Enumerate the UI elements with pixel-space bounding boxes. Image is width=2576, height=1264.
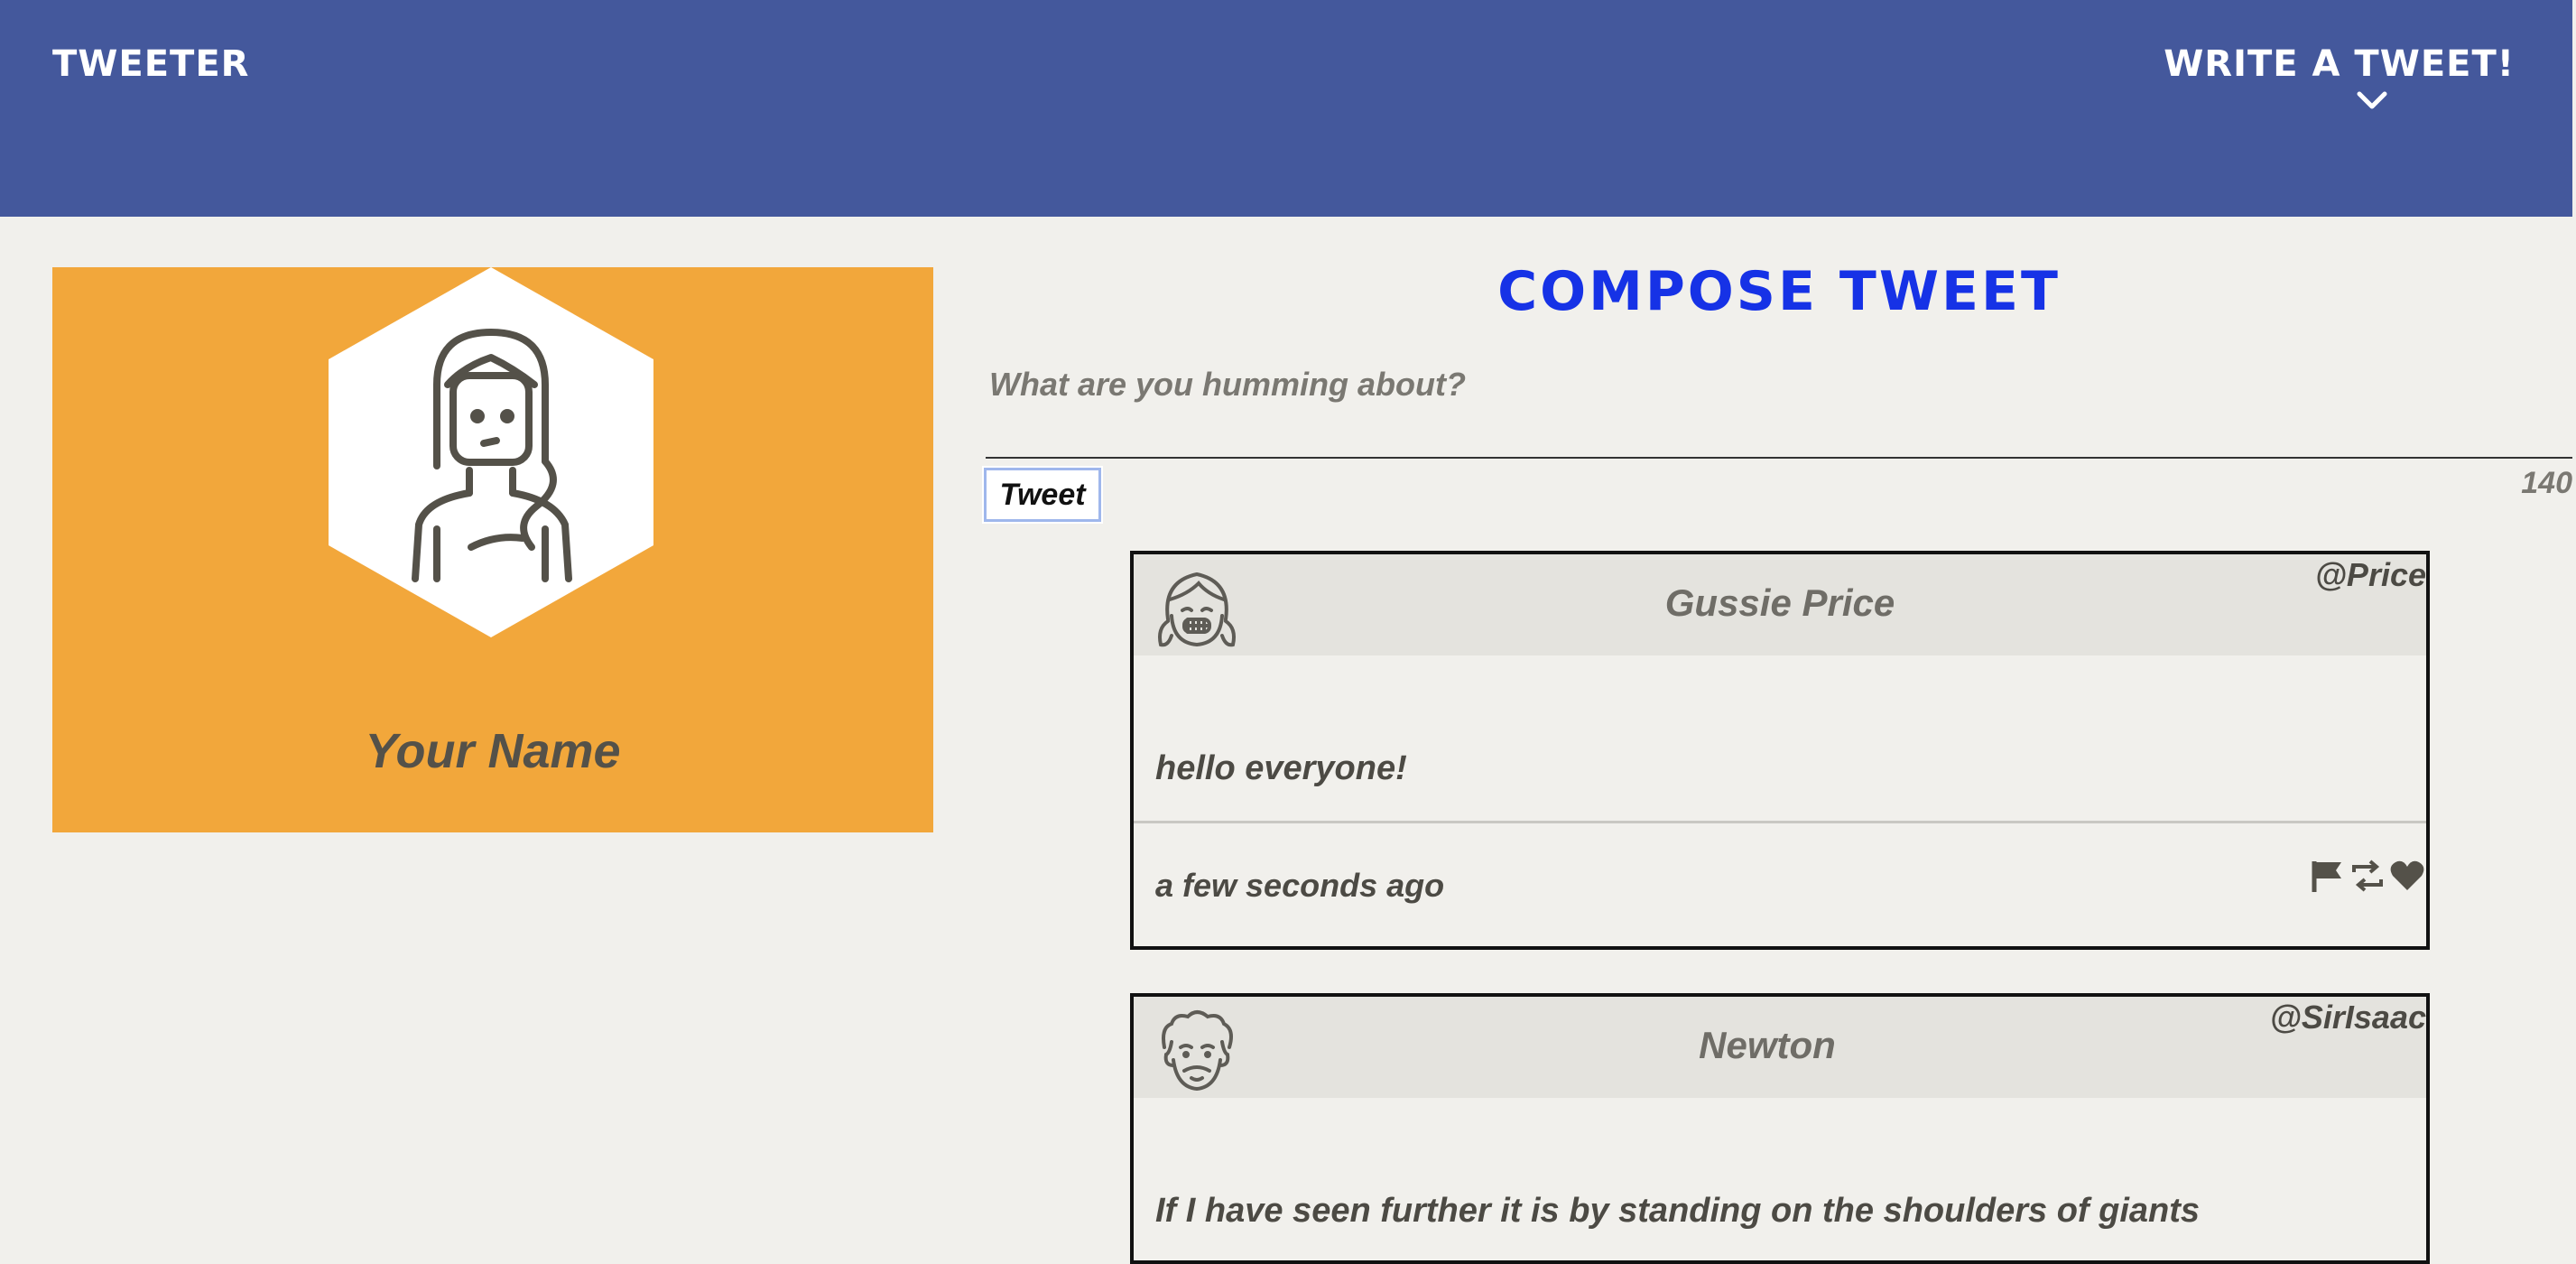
tweet-author-name: Newton [1699,1024,1836,1066]
tweet-author-handle[interactable]: @SirIsaac [2270,999,2426,1036]
tweet-actions [2309,858,2426,894]
brand-logo[interactable]: TWEETER [52,43,249,85]
retweet-icon[interactable] [2349,858,2386,894]
tweet-text: hello everyone! [1134,655,2426,823]
tweet-submit-button[interactable]: Tweet [982,466,1103,524]
profile-name: Your Name [365,724,621,778]
chevron-down-icon[interactable] [2354,87,2390,114]
tweet-card: Gussie Price @Price hello everyone! a fe… [1130,551,2430,950]
flag-icon[interactable] [2309,858,2347,894]
tweet-author-handle[interactable]: @Price [2315,556,2426,594]
tweet-text: If I have seen further it is by standing… [1155,1192,2201,1230]
tweet-card: Newton @SirIsaac If I have seen further … [1130,993,2430,1264]
heart-icon[interactable] [2388,858,2426,894]
compose-title: COMPOSE TWEET [1497,260,2061,323]
woman-avatar-icon [329,267,653,637]
write-tweet-button[interactable]: WRITE A TWEET! [2164,43,2515,85]
tweet-author-name: Gussie Price [1664,581,1895,624]
tweet-input[interactable] [986,357,2572,459]
tweet-footer: a few seconds ago [1134,823,2426,932]
profile-card: Your Name [52,267,933,832]
character-counter: 140 [2521,466,2572,500]
top-nav: TWEETER WRITE A TWEET! [0,0,2572,217]
tweet-header: Newton @SirIsaac [1134,997,2426,1098]
tweet-timestamp: a few seconds ago [1155,867,1445,904]
tweet-header: Gussie Price @Price [1134,554,2426,655]
